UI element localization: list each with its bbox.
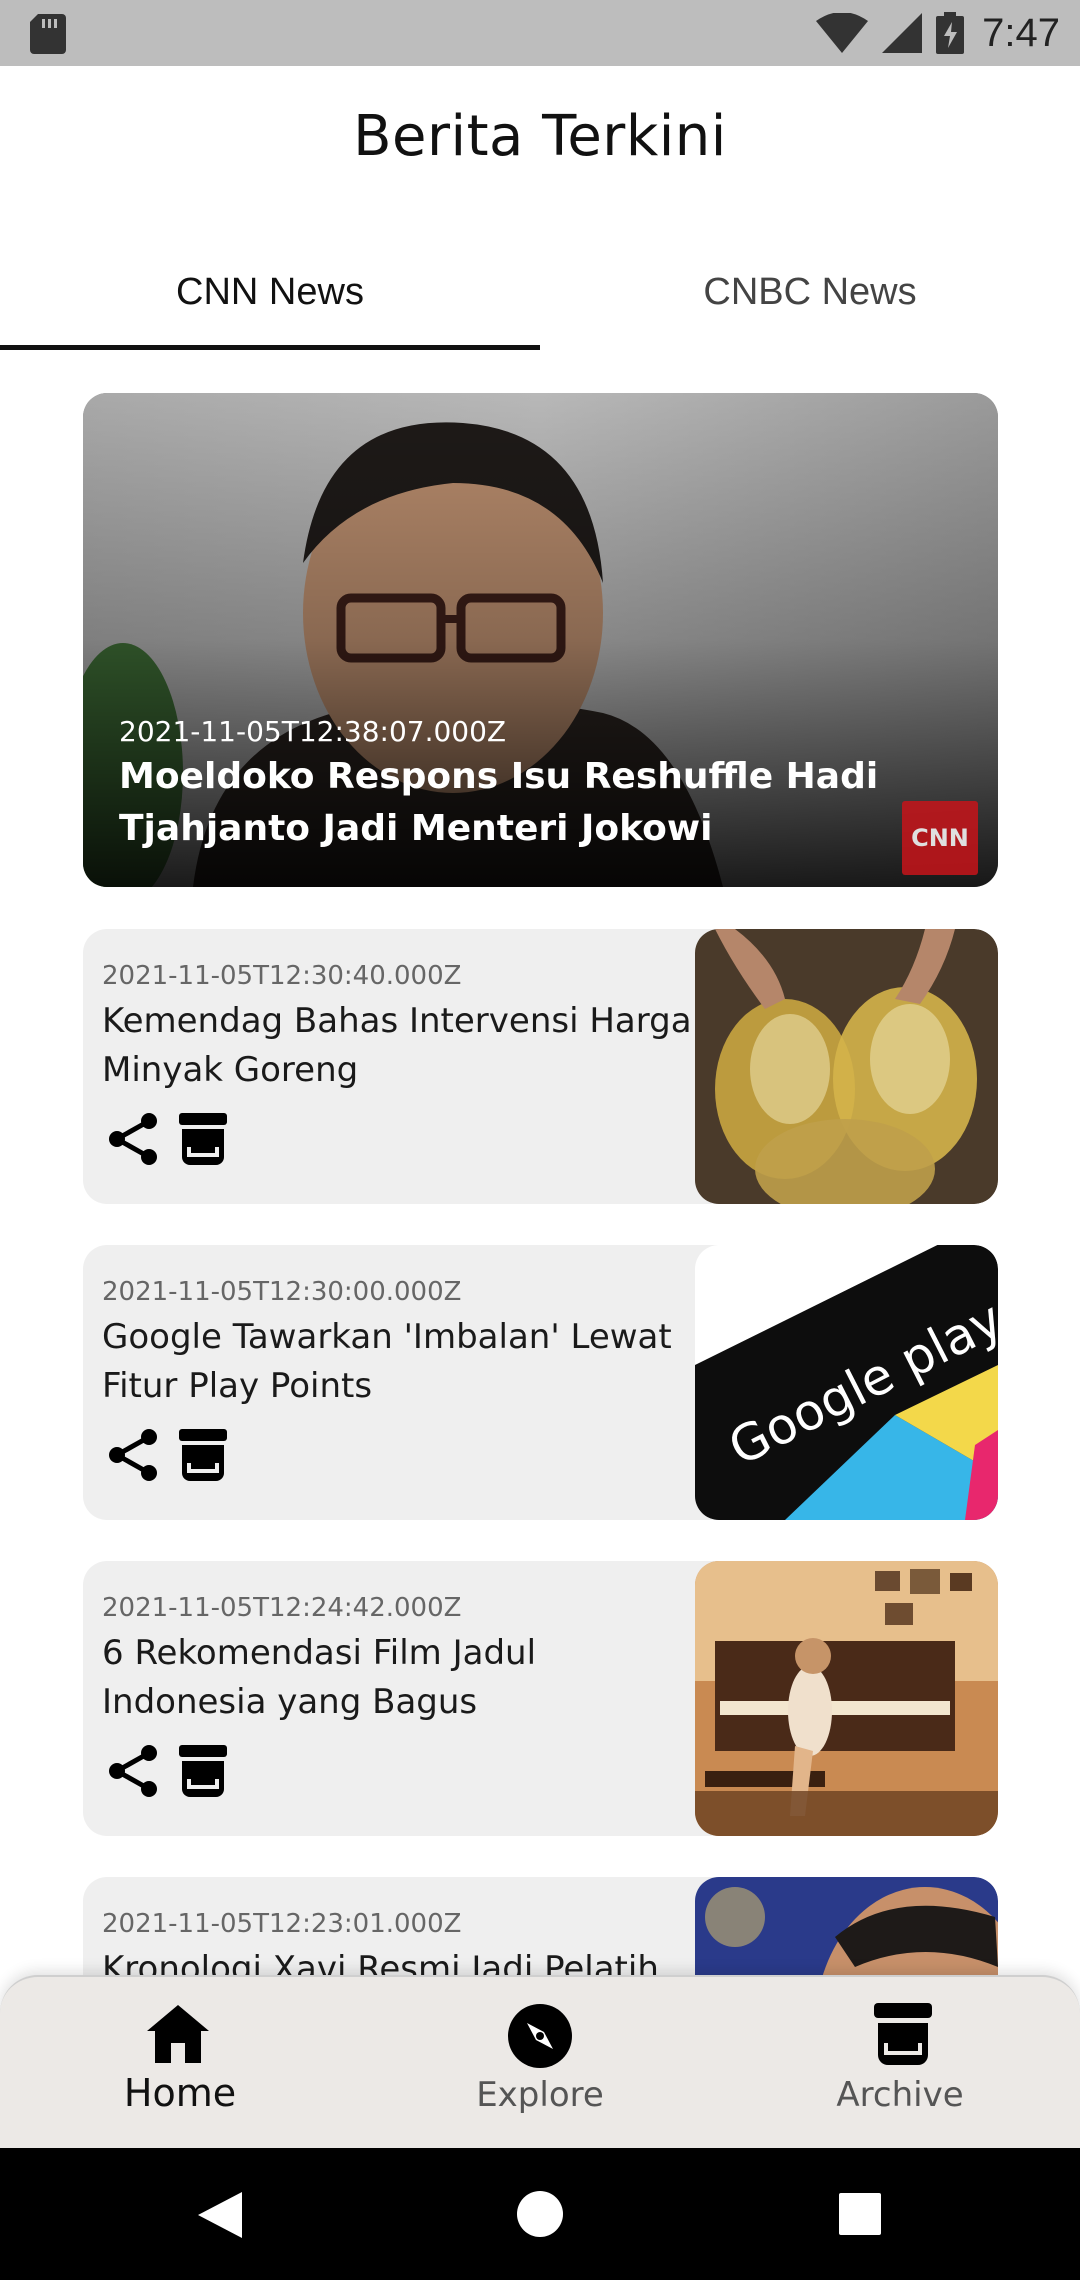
archive-button[interactable] <box>177 1743 229 1799</box>
system-navigation-bar <box>0 2148 1080 2280</box>
status-bar: 7:47 <box>0 0 1080 66</box>
article-thumbnail <box>695 1561 998 1836</box>
nav-explore[interactable]: Explore <box>360 1977 720 2150</box>
nav-home[interactable]: Home <box>0 1977 360 2150</box>
recents-icon[interactable] <box>839 2193 881 2235</box>
archive-icon <box>179 1429 227 1481</box>
archive-button[interactable] <box>177 1427 229 1483</box>
article-card[interactable]: 2021-11-05T12:30:00.000Z Google Tawarkan… <box>83 1245 998 1520</box>
article-card[interactable]: 2021-11-05T12:30:40.000Z Kemendag Bahas … <box>83 929 998 1204</box>
share-icon <box>109 1113 157 1165</box>
bottom-navigation: Home Explore Archive <box>0 1975 1080 2148</box>
archive-icon <box>874 2003 932 2065</box>
tab-bar: CNN News CNBC News <box>0 232 1080 352</box>
article-date: 2021-11-05T12:24:42.000Z <box>102 1593 462 1623</box>
home-icon <box>147 2005 209 2063</box>
tab-cnn-news[interactable]: CNN News <box>0 232 540 352</box>
nav-explore-label: Explore <box>476 2075 604 2115</box>
archive-icon <box>179 1113 227 1165</box>
tab-cnbc-news[interactable]: CNBC News <box>540 232 1080 352</box>
tab-indicator <box>0 345 540 350</box>
share-button[interactable] <box>107 1111 159 1167</box>
share-icon <box>109 1745 157 1797</box>
article-actions <box>107 1425 229 1485</box>
page-title: Berita Terkini <box>353 104 727 169</box>
article-actions <box>107 1109 229 1169</box>
featured-article-title: Moeldoko Respons Isu Reshuffle Hadi Tjah… <box>119 756 879 849</box>
article-date: 2021-11-05T12:30:40.000Z <box>102 961 462 991</box>
nav-archive-label: Archive <box>836 2075 964 2115</box>
share-button[interactable] <box>107 1427 159 1483</box>
article-actions <box>107 1741 229 1801</box>
wifi-icon <box>816 13 869 53</box>
article-title: Google Tawarkan 'Imbalan' Lewat Fitur Pl… <box>102 1317 672 1406</box>
clock: 7:47 <box>982 10 1060 55</box>
signal-icon <box>882 13 923 53</box>
home-circle-icon[interactable] <box>517 2191 563 2237</box>
archive-icon <box>179 1745 227 1797</box>
article-thumbnail: Google play <box>695 1245 998 1520</box>
featured-article-card[interactable]: 2021-11-05T12:38:07.000Z Moeldoko Respon… <box>83 393 998 887</box>
article-card[interactable]: 2021-11-05T12:24:42.000Z 6 Rekomendasi F… <box>83 1561 998 1836</box>
archive-button[interactable] <box>177 1111 229 1167</box>
sd-card-icon <box>30 14 66 54</box>
battery-icon <box>936 12 965 54</box>
article-date: 2021-11-05T12:30:00.000Z <box>102 1277 462 1307</box>
article-title: Kemendag Bahas Intervensi Harga Minyak G… <box>102 1001 692 1090</box>
compass-icon <box>508 2004 572 2068</box>
cnn-logo: CNN <box>902 801 978 875</box>
back-icon[interactable] <box>198 2192 242 2238</box>
article-title: 6 Rekomendasi Film Jadul Indonesia yang … <box>102 1633 537 1722</box>
share-icon <box>109 1429 157 1481</box>
nav-archive[interactable]: Archive <box>720 1977 1080 2150</box>
featured-article-date: 2021-11-05T12:38:07.000Z <box>119 715 507 748</box>
nav-home-label: Home <box>123 2071 237 2115</box>
article-thumbnail <box>695 929 998 1204</box>
article-date: 2021-11-05T12:23:01.000Z <box>102 1909 462 1939</box>
share-button[interactable] <box>107 1743 159 1799</box>
